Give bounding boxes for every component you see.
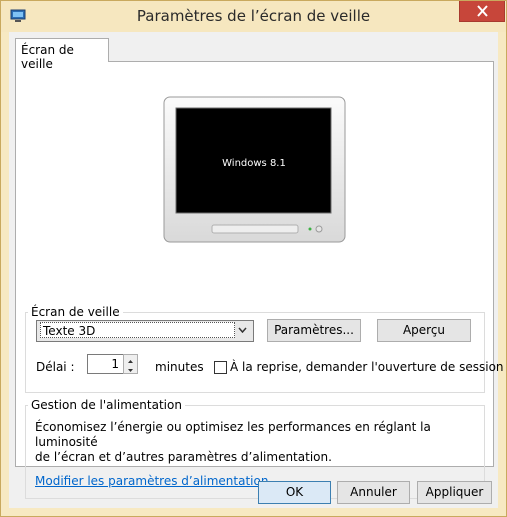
power-description-line1: Économisez l’énergie ou optimisez les pe… xyxy=(35,420,431,449)
title-bar[interactable]: Paramètres de l’écran de veille xyxy=(1,1,506,32)
power-description: Économisez l’énergie ou optimisez les pe… xyxy=(35,420,483,465)
power-settings-link[interactable]: Modifier les paramètres d’alimentation xyxy=(35,474,268,488)
settings-button[interactable]: Paramètres... xyxy=(267,319,361,342)
screensaver-group-label: Écran de veille xyxy=(28,305,123,319)
power-group-label: Gestion de l'alimentation xyxy=(28,398,185,412)
screensaver-select-value: Texte 3D xyxy=(40,322,235,338)
close-icon xyxy=(477,5,488,17)
delay-value: 1 xyxy=(111,357,119,371)
delay-unit: minutes xyxy=(155,360,204,374)
cancel-button[interactable]: Annuler xyxy=(337,481,410,504)
delay-input[interactable]: 1 xyxy=(87,354,124,374)
window-title: Paramètres de l’écran de veille xyxy=(136,7,371,25)
delay-stepper[interactable] xyxy=(123,354,138,374)
chevron-down-icon xyxy=(238,327,247,333)
tab-label: Écran de veille xyxy=(21,43,74,71)
tab-panel: Windows 8.1 Écran de veille Texte 3D Par… xyxy=(15,61,504,499)
dialog-client: Écran de veille Windows 8.1 Écran de vei… xyxy=(9,32,504,508)
tab-screensaver[interactable]: Écran de veille xyxy=(15,38,109,71)
stepper-up-icon[interactable] xyxy=(124,355,137,364)
preview-button[interactable]: Aperçu xyxy=(377,319,471,342)
stepper-down-icon[interactable] xyxy=(124,364,137,373)
apply-button[interactable]: Appliquer xyxy=(417,481,492,504)
screensaver-select[interactable]: Texte 3D xyxy=(36,320,254,342)
delay-label: Délai : xyxy=(36,360,75,374)
monitor-preview: Windows 8.1 xyxy=(163,96,346,243)
resume-checkbox-label[interactable]: À la reprise, demander l'ouverture de se… xyxy=(230,360,504,374)
resume-checkbox[interactable] xyxy=(214,361,227,374)
close-button[interactable] xyxy=(459,1,505,22)
window-frame: Paramètres de l’écran de veille Écran de… xyxy=(0,0,507,517)
power-description-line2: de l’écran et d’autres paramètres d’alim… xyxy=(35,450,332,464)
preview-screen-text: Windows 8.1 xyxy=(222,158,286,169)
ok-button[interactable]: OK xyxy=(258,481,331,504)
